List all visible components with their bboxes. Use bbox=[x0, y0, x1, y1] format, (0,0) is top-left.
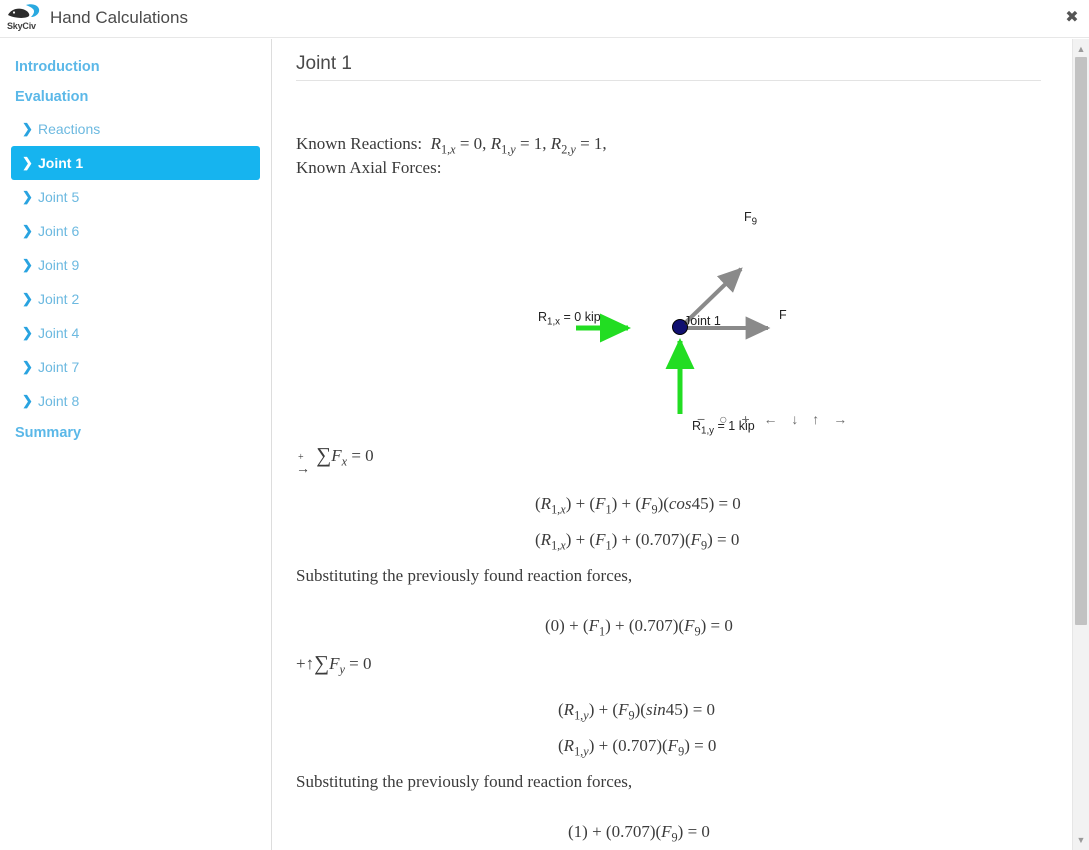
force-9-label: F9 bbox=[744, 210, 758, 228]
sidebar: Introduction Evaluation ❯ Reactions ❯ Jo… bbox=[0, 39, 272, 850]
sidebar-item-label: Evaluation bbox=[15, 89, 89, 105]
diagram-controls: − ○ + ← ↓ ↑ → bbox=[693, 411, 852, 427]
force-1-label: F bbox=[779, 308, 787, 322]
chevron-right-icon: ❯ bbox=[22, 393, 33, 408]
sidebar-item-joint-6[interactable]: ❯ Joint 6 bbox=[11, 214, 260, 248]
sidebar-item-joint-1[interactable]: ❯ Joint 1 bbox=[11, 146, 260, 180]
title-divider bbox=[296, 80, 1041, 81]
equation-y-2: (R1,y) + (0.707)(F9) = 0 bbox=[558, 736, 717, 759]
sigma-icon: ∑ bbox=[316, 443, 332, 467]
sidebar-item-label: Summary bbox=[15, 425, 82, 441]
sidebar-item-joint-9[interactable]: ❯ Joint 9 bbox=[11, 248, 260, 282]
pan-left-icon[interactable]: ← bbox=[760, 411, 783, 427]
sidebar-item-label: Joint 6 bbox=[38, 223, 80, 239]
sidebar-item-evaluation[interactable]: Evaluation bbox=[0, 82, 271, 112]
sidebar-item-label: Introduction bbox=[15, 59, 100, 75]
substituting-text-y: Substituting the previously found reacti… bbox=[296, 772, 633, 791]
known-reactions-values: R1,x = 0, R1,y = 1, R2,y = 1, bbox=[430, 134, 607, 157]
chevron-right-icon: ❯ bbox=[22, 189, 33, 204]
content-heading: Joint 1 bbox=[296, 53, 352, 74]
chevron-right-icon: ❯ bbox=[22, 359, 33, 374]
skyciv-logo-mark bbox=[8, 4, 40, 18]
sigma-icon: ∑ bbox=[314, 651, 330, 675]
equation-y-substituted: (1) + (0.707)(F9) = 0 bbox=[568, 822, 710, 845]
scroll-up-icon[interactable]: ▲ bbox=[1073, 41, 1089, 57]
free-body-diagram[interactable]: R1,x = 0 kip R1,y = 1 kip F9 F Joint 1 bbox=[528, 164, 828, 437]
zoom-reset-icon[interactable]: ○ bbox=[715, 411, 732, 427]
skyciv-logo-text: SkyCiv bbox=[7, 21, 36, 31]
sidebar-item-summary[interactable]: Summary bbox=[0, 418, 271, 448]
equation-y-1: (R1,y) + (F9)(sin45) = 0 bbox=[558, 700, 716, 723]
zoom-in-icon[interactable]: + bbox=[737, 411, 754, 427]
chevron-right-icon: ❯ bbox=[22, 291, 33, 306]
chevron-right-icon: ❯ bbox=[22, 121, 33, 136]
content-panel: Joint 1 Known Reactions: R1,x = 0, R1,y … bbox=[273, 39, 1047, 850]
joint-label: Joint 1 bbox=[684, 314, 721, 328]
known-reactions-line: Known Reactions: R1,x = 0, R1,y = 1, R2,… bbox=[296, 134, 607, 157]
reaction-x-label: R1,x = 0 kip bbox=[538, 310, 601, 328]
sidebar-item-label: Joint 7 bbox=[38, 359, 80, 375]
sidebar-item-label: Reactions bbox=[38, 121, 101, 137]
skyciv-logo: SkyCiv bbox=[6, 2, 46, 36]
substituting-text-x: Substituting the previously found reacti… bbox=[296, 566, 633, 585]
sidebar-item-joint-8[interactable]: ❯ Joint 8 bbox=[11, 384, 260, 418]
chevron-right-icon: ❯ bbox=[22, 257, 33, 272]
chevron-right-icon: ❯ bbox=[22, 325, 33, 340]
sidebar-item-label: Joint 2 bbox=[38, 291, 80, 307]
close-icon[interactable]: ✖ bbox=[1061, 8, 1083, 30]
sidebar-item-label: Joint 5 bbox=[38, 189, 80, 205]
app-header: SkyCiv Hand Calculations ✖ bbox=[0, 0, 1089, 38]
scrollbar-thumb[interactable] bbox=[1075, 57, 1087, 625]
zoom-out-icon[interactable]: − bbox=[693, 411, 710, 427]
pan-down-icon[interactable]: ↓ bbox=[787, 411, 803, 427]
sidebar-item-label: Joint 4 bbox=[38, 325, 80, 341]
sum-fx-heading: + → ∑Fx = 0 bbox=[296, 443, 374, 477]
pan-right-icon[interactable]: → bbox=[829, 411, 852, 427]
known-reactions-label: Known Reactions: bbox=[296, 134, 423, 153]
sidebar-item-joint-5[interactable]: ❯ Joint 5 bbox=[11, 180, 260, 214]
chevron-right-icon: ❯ bbox=[22, 223, 33, 238]
pan-up-icon[interactable]: ↑ bbox=[808, 411, 824, 427]
equation-x-1: (R1,x) + (F1) + (F9)(cos45) = 0 bbox=[535, 494, 741, 517]
sidebar-item-joint-7[interactable]: ❯ Joint 7 bbox=[11, 350, 260, 384]
sum-fy-direction-icon: +↑ bbox=[296, 654, 315, 673]
equation-x-substituted: (0) + (F1) + (0.707)(F9) = 0 bbox=[545, 616, 733, 639]
sidebar-item-label: Joint 8 bbox=[38, 393, 80, 409]
sidebar-item-label: Joint 1 bbox=[38, 155, 84, 171]
sidebar-item-joint-4[interactable]: ❯ Joint 4 bbox=[11, 316, 260, 350]
equation-x-2: (R1,x) + (F1) + (0.707)(F9) = 0 bbox=[535, 530, 740, 553]
sum-fy-heading: +↑∑Fy = 0 bbox=[296, 651, 372, 677]
sidebar-item-label: Joint 9 bbox=[38, 257, 80, 273]
vertical-scrollbar[interactable]: ▲ ▼ bbox=[1072, 39, 1089, 850]
chevron-right-icon: ❯ bbox=[22, 155, 33, 170]
known-axial-forces-label: Known Axial Forces: bbox=[296, 158, 442, 177]
scroll-down-icon[interactable]: ▼ bbox=[1073, 832, 1089, 848]
free-body-diagram-svg bbox=[576, 267, 771, 432]
sidebar-item-introduction[interactable]: Introduction bbox=[0, 52, 271, 82]
sidebar-item-reactions[interactable]: ❯ Reactions bbox=[11, 112, 260, 146]
sidebar-item-joint-2[interactable]: ❯ Joint 2 bbox=[11, 282, 260, 316]
page-title: Hand Calculations bbox=[50, 8, 188, 27]
